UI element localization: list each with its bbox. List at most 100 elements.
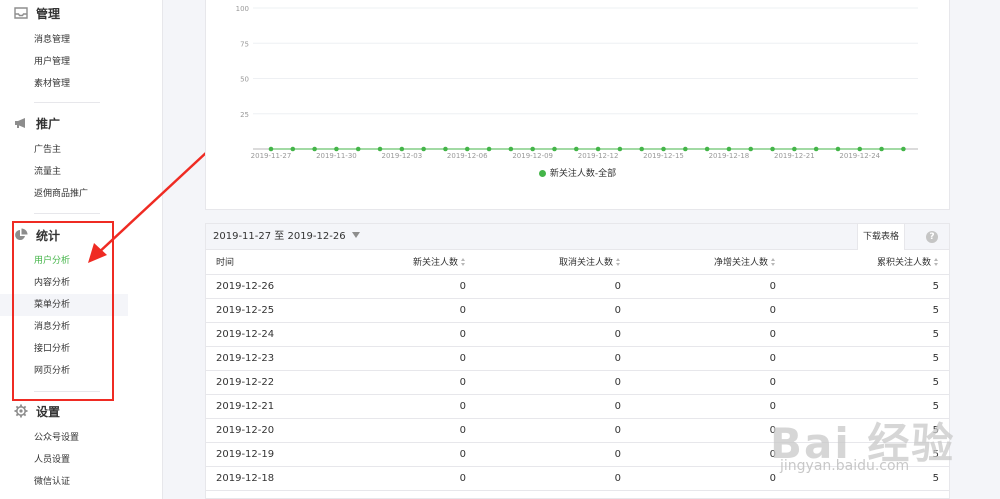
column-header-total-follow[interactable]: 累积关注人数 [786,250,949,275]
data-point [835,146,841,152]
sort-icon[interactable] [616,258,621,267]
table-cell: 0 [366,418,476,443]
sidebar-item-material-manage[interactable]: 素材管理 [0,73,128,95]
sidebar-item-user-manage[interactable]: 用户管理 [0,51,128,73]
table-row: 2019-12-25 0 0 0 5 [206,298,949,323]
chart-legend[interactable]: 新关注人数-全部 [206,166,949,179]
table-row: 2019-12-23 0 0 0 5 [206,346,949,371]
sidebar-item-account-settings[interactable]: 公众号设置 [0,427,128,449]
sidebar-item-wechat-verify[interactable]: 微信认证 [0,471,128,493]
sort-icon[interactable] [771,258,776,267]
data-point [683,146,688,152]
data-point [552,146,557,152]
column-header-new-follow[interactable]: 新关注人数 [366,250,476,275]
table-cell: 5 [786,298,949,323]
data-point [312,146,317,152]
table-cell: 5 [786,322,949,347]
data-point [508,146,514,152]
table-cell: 2019-12-21 [206,394,366,419]
x-tick-label: 2019-12-06 [447,152,488,160]
table-cell: 0 [476,394,631,419]
table-row: 2019-12-22 0 0 0 5 [206,370,949,395]
x-tick-label: 2019-12-12 [578,152,619,160]
table-cell: 0 [631,394,786,419]
y-tick-label: 25 [240,111,249,119]
data-point [639,146,645,152]
data-point [399,146,405,152]
section-title: 设置 [36,404,61,419]
caret-down-icon [351,232,360,238]
table-row: 2019-12-19 0 0 0 5 [206,442,949,467]
date-range-selector[interactable]: 2019-11-27 至 2019-12-26 [213,224,360,250]
x-tick-label: 2019-11-30 [316,152,357,160]
data-point [813,146,819,152]
sort-icon[interactable] [461,258,466,267]
sidebar-item-message-manage[interactable]: 消息管理 [0,29,128,51]
gear-icon [14,404,28,418]
data-point [421,146,426,152]
trend-chart-panel: 100 75 50 25 2019-11-27 2019-11-30 2019-12-03 2… [205,0,950,210]
table-cell: 0 [476,442,631,467]
y-tick-label: 100 [236,5,249,13]
data-point [879,146,884,152]
table-cell: 0 [631,442,786,467]
table-cell: 5 [786,394,949,419]
table-cell: 0 [476,466,631,491]
table-cell: 0 [366,394,476,419]
table-cell: 0 [631,322,786,347]
data-point [334,146,339,152]
table-cell: 0 [631,466,786,491]
x-tick-label: 2019-11-27 [251,152,292,160]
sidebar-item-staff-settings[interactable]: 人员设置 [0,449,128,471]
table-cell: 0 [366,322,476,347]
table-row: 2019-12-20 0 0 0 5 [206,418,949,443]
table-cell: 0 [631,298,786,323]
data-point [748,146,754,152]
x-tick-label: 2019-12-24 [839,152,880,160]
help-icon[interactable]: ? [926,231,938,243]
data-point [290,146,296,152]
download-table-button[interactable]: 下载表格 [857,224,905,250]
table-cell: 2019-12-20 [206,418,366,443]
table-cell: 0 [366,274,476,299]
table-cell: 5 [786,442,949,467]
data-point [770,146,775,152]
table-cell: 2019-12-26 [206,274,366,299]
x-tick-label: 2019-12-03 [381,152,422,160]
data-point [704,146,710,152]
table-cell: 2019-12-24 [206,322,366,347]
table-cell: 5 [786,346,949,371]
table-cell: 2019-12-19 [206,442,366,467]
data-point [443,146,448,152]
table-cell: 0 [631,346,786,371]
data-point [857,146,863,152]
stats-table: 时间 新关注人数 取消关注人数 净增关注人数 累积关注人数 2019-12-26… [206,250,949,491]
trend-chart: 100 75 50 25 2019-11-27 2019-11-30 2019-12-03 2… [236,5,918,160]
data-point [530,146,535,152]
table-header-row: 时间 新关注人数 取消关注人数 净增关注人数 累积关注人数 [206,250,949,275]
table-cell: 0 [476,418,631,443]
section-header-promotion: 推广 [14,113,60,133]
data-point [377,146,383,152]
data-point [661,146,666,152]
column-header-unfollow[interactable]: 取消关注人数 [476,250,631,275]
column-header-net-follow[interactable]: 净增关注人数 [631,250,786,275]
section-title: 推广 [36,116,61,131]
table-cell: 0 [476,322,631,347]
table-cell: 0 [366,466,476,491]
table-cell: 0 [631,418,786,443]
table-cell: 0 [631,274,786,299]
data-point [901,146,906,152]
table-toolbar: 2019-11-27 至 2019-12-26 下载表格 ? [206,224,949,250]
data-point [617,146,623,152]
y-tick-label: 75 [240,40,249,48]
table-cell: 2019-12-22 [206,370,366,395]
data-point [268,146,274,152]
sort-icon[interactable] [934,258,939,267]
data-point [464,146,470,152]
data-point [595,146,601,152]
section-title: 管理 [36,6,61,21]
legend-label: 新关注人数-全部 [549,169,617,179]
legend-dot [538,170,546,177]
megaphone-icon [14,116,28,130]
